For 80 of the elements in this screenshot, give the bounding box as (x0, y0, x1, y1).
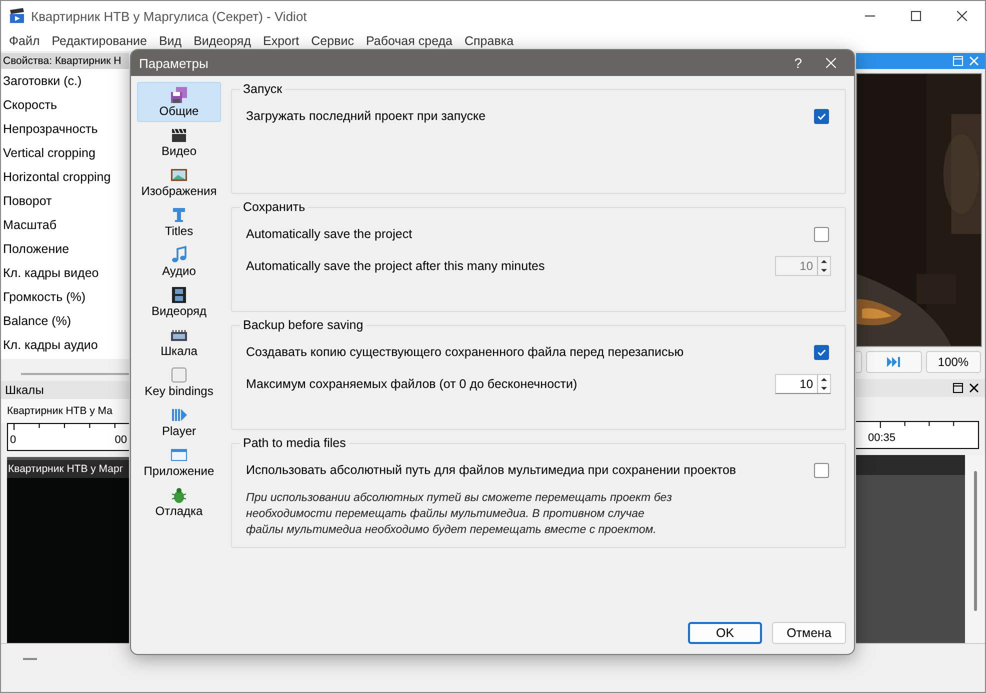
group-title: Запуск (242, 82, 284, 96)
bug-icon (170, 486, 188, 504)
property-label: Balance (%) (2, 313, 72, 330)
help-text: При использовании абсолютных путей вы сможете перемещать проект без необходимости перемещать файлы мультимедиа. В противном случае файлы мультимедиа необходимо будет перемещать вместе с проектом. (246, 491, 673, 538)
option-label: Automatically save the project (246, 227, 412, 241)
ruler-label: 00 (114, 434, 127, 446)
menu-item[interactable]: Редактирование (46, 34, 153, 48)
window-icon (170, 446, 188, 464)
track-title: Квартирник НТВ у Марг (7, 460, 129, 478)
category-item[interactable]: Видеоряд (137, 282, 221, 322)
option-label: Загружать последний проект при запуске (246, 109, 486, 123)
category-item[interactable]: Приложение (137, 442, 221, 482)
property-label: Непрозрачность (2, 121, 99, 138)
category-item[interactable]: Аудио (137, 242, 221, 282)
category-item[interactable]: Изображения (137, 162, 221, 202)
property-label: Кл. кадры аудио (2, 337, 99, 354)
image-icon (170, 166, 188, 184)
maximize-icon[interactable] (911, 11, 921, 21)
dialog-button[interactable]: OK (688, 622, 762, 644)
skip-to-end-button[interactable] (866, 351, 922, 373)
group-title: Path to media files (242, 436, 347, 450)
category-item[interactable]: Player (137, 402, 221, 442)
checkmark-icon (816, 110, 827, 122)
property-label: Положение (2, 241, 70, 258)
menu-item[interactable]: Рабочая среда (360, 34, 458, 48)
category-item[interactable]: Общие (137, 82, 221, 122)
property-label: Громкость (%) (2, 289, 87, 306)
menu-item[interactable]: Справка (458, 34, 520, 48)
zoom-button[interactable]: 100% (926, 351, 981, 373)
ruler-label: 00:35 (868, 432, 896, 444)
number-field[interactable]: 10 (775, 374, 831, 394)
category-item[interactable]: Видео (137, 122, 221, 162)
group-title: Сохранить (242, 200, 306, 214)
category-item[interactable]: Key bindings (137, 362, 221, 402)
scrollbar-thumb[interactable] (974, 471, 976, 611)
property-label: Скорость (2, 97, 58, 114)
property-label: Заготовки (с.) (2, 73, 83, 90)
option-label: Automatically save the project after this many minutes (246, 259, 545, 273)
property-label: Кл. кадры видео (2, 265, 100, 282)
ruler-label: 0 (10, 434, 16, 446)
panel-title: Шкалы (1, 381, 129, 399)
window-title: Квартирник НТВ у Маргулиса (Секрет) - Vidiot (31, 8, 307, 24)
menu-item[interactable]: Сервис (305, 34, 360, 48)
clapperboard-icon (9, 8, 25, 24)
floppy-disks-icon (170, 86, 188, 104)
checkbox[interactable] (814, 344, 829, 360)
clapperboard-icon (170, 126, 188, 144)
option-label: Создавать копию существующего сохраненного файла перед перезаписью (246, 345, 684, 359)
down-arrow-icon[interactable] (820, 386, 828, 391)
panel-title: Свойства: Квартирник Н (1, 53, 129, 69)
checkbox[interactable] (814, 462, 829, 478)
skip-to-end-icon (886, 357, 901, 367)
checkbox[interactable] (814, 226, 829, 242)
titles-icon (170, 206, 188, 224)
category-item[interactable]: Titles (137, 202, 221, 242)
property-label: Vertical cropping (2, 145, 96, 162)
play-icon (170, 406, 188, 424)
dialog-title: Параметры (139, 56, 208, 70)
group-title: Backup before saving (242, 318, 364, 332)
option-label: Использовать абсолютный путь для файлов мультимедиа при сохранении проектов (246, 463, 736, 477)
close-icon[interactable] (969, 383, 979, 393)
property-label: Поворот (2, 193, 53, 210)
restore-icon[interactable] (953, 383, 963, 393)
menu-item[interactable]: Файл (3, 34, 46, 48)
property-label: Horizontal cropping (2, 169, 112, 186)
menu-item[interactable]: Видеоряд (188, 34, 257, 48)
music-note-icon (170, 246, 188, 264)
close-icon[interactable] (957, 11, 967, 21)
menu-item[interactable]: Export (257, 34, 306, 48)
category-item[interactable]: Отладка (137, 482, 221, 522)
up-arrow-icon[interactable] (820, 377, 828, 382)
checkmark-icon (816, 346, 827, 358)
property-label: Масштаб (2, 217, 58, 234)
category-item[interactable]: Шкала (137, 322, 221, 362)
checkbox[interactable] (814, 108, 829, 124)
option-label: Максимум сохраняемых файлов (от 0 до бесконечности) (246, 377, 578, 391)
film-strip-icon (170, 286, 188, 304)
help-button[interactable]: ? (794, 55, 802, 71)
dialog-button[interactable]: Отмена (772, 622, 846, 644)
menu-item[interactable]: Вид (152, 34, 188, 48)
